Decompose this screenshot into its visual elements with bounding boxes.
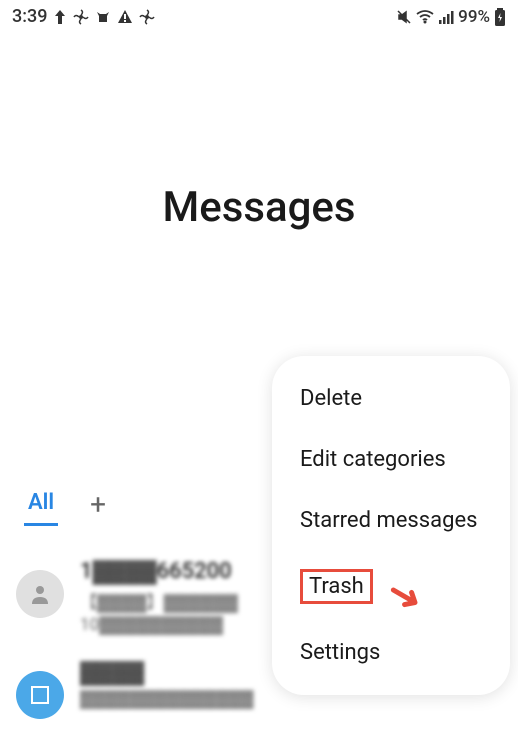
wifi-icon: [416, 10, 434, 24]
menu-edit-categories[interactable]: Edit categories: [272, 429, 510, 490]
status-right: 99%: [396, 7, 506, 27]
arrow-annotation: [382, 580, 422, 610]
status-bar: 3:39 99%: [0, 0, 518, 33]
menu-settings[interactable]: Settings: [272, 622, 510, 683]
menu-trash-label: Trash: [300, 569, 373, 604]
tab-all[interactable]: All: [24, 482, 58, 526]
avatar: [16, 671, 64, 719]
warning-icon: [117, 9, 133, 25]
status-left: 3:39: [12, 6, 155, 27]
avatar: [16, 570, 64, 618]
cat-icon: [95, 9, 111, 25]
context-menu: Delete Edit categories Starred messages …: [272, 356, 510, 695]
add-tab-button[interactable]: +: [82, 488, 114, 521]
battery-icon: [494, 8, 506, 26]
pinwheel-icon: [73, 9, 89, 25]
upload-icon: [53, 9, 67, 25]
signal-icon: [438, 10, 454, 24]
mute-icon: [396, 9, 412, 25]
menu-delete[interactable]: Delete: [272, 368, 510, 429]
menu-starred-messages[interactable]: Starred messages: [272, 490, 510, 551]
pinwheel-icon-2: [139, 9, 155, 25]
battery-percent: 99%: [458, 7, 490, 27]
page-title: Messages: [0, 183, 518, 232]
status-time: 3:39: [12, 6, 47, 27]
